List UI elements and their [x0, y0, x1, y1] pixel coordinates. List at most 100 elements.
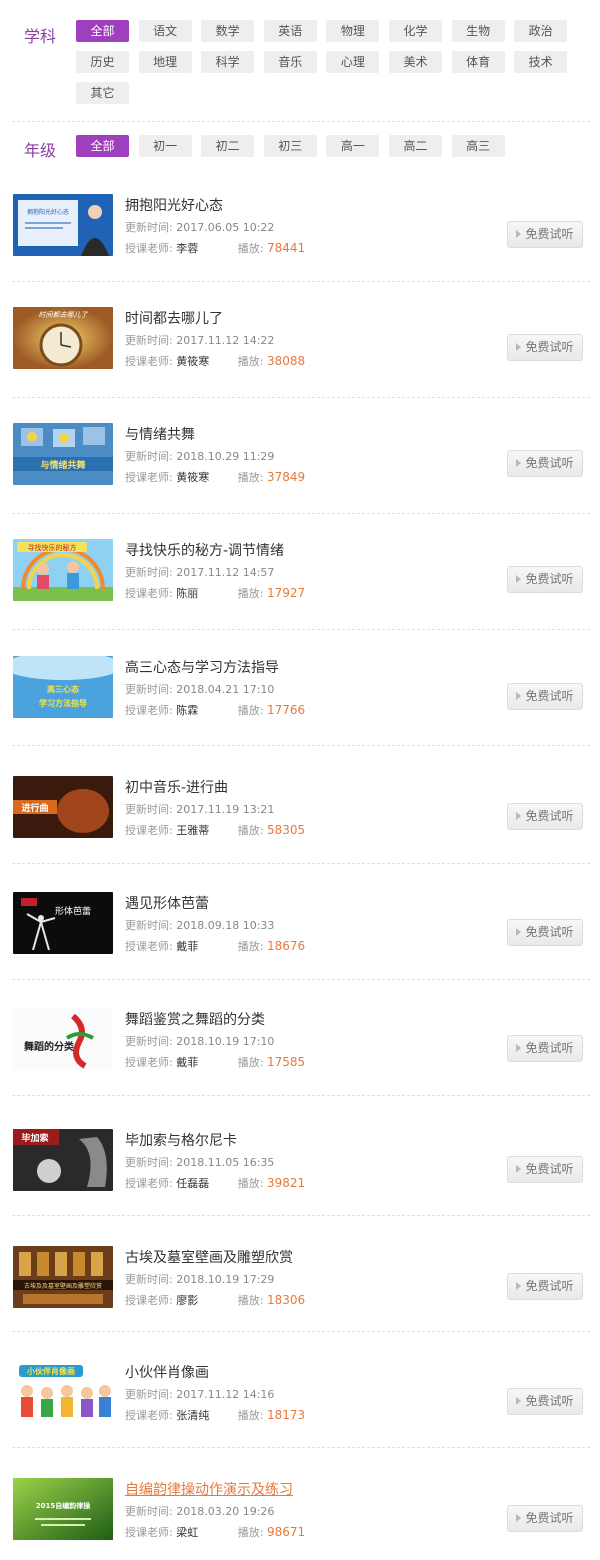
subject-chip[interactable]: 地理	[138, 51, 192, 73]
free-trial-label: 免费试听	[525, 456, 574, 470]
course-title[interactable]: 初中音乐-进行曲	[125, 777, 228, 797]
teacher-label: 授课老师:	[125, 242, 173, 255]
subject-chip[interactable]: 语文	[138, 20, 192, 42]
update-time-value: 2018.09.18 10:33	[176, 919, 275, 932]
course-thumbnail[interactable]: 进行曲	[13, 776, 113, 838]
course-title[interactable]: 自编韵律操动作演示及练习	[125, 1479, 293, 1499]
course-thumbnail[interactable]: 形体芭蕾	[13, 892, 113, 954]
course-title[interactable]: 高三心态与学习方法指导	[125, 657, 279, 677]
subject-chip[interactable]: 历史	[76, 51, 129, 73]
course-title[interactable]: 舞蹈鉴赏之舞蹈的分类	[125, 1009, 265, 1029]
svg-text:学习方法指导: 学习方法指导	[39, 698, 87, 708]
play-icon	[516, 1514, 522, 1522]
course-title[interactable]: 时间都去哪儿了	[125, 308, 223, 328]
free-trial-button[interactable]: 免费试听	[507, 1388, 583, 1415]
update-time-value: 2018.04.21 17:10	[176, 683, 275, 696]
grade-chip[interactable]: 高二	[389, 135, 442, 157]
free-trial-button[interactable]: 免费试听	[507, 450, 583, 477]
teacher-name: 陈丽	[176, 587, 199, 600]
course-title[interactable]: 寻找快乐的秘方-调节情绪	[125, 540, 284, 560]
free-trial-button[interactable]: 免费试听	[507, 566, 583, 593]
grade-chip[interactable]: 全部	[76, 135, 129, 157]
free-trial-button[interactable]: 免费试听	[507, 1035, 583, 1062]
plays-count: 17766	[266, 703, 306, 717]
update-time-value: 2017.11.12 14:22	[176, 334, 275, 347]
play-icon	[516, 459, 522, 467]
free-trial-button[interactable]: 免费试听	[507, 334, 583, 361]
course-thumbnail[interactable]: 毕加索	[13, 1129, 113, 1191]
course-title[interactable]: 与情绪共舞	[125, 424, 195, 444]
plays-count: 39821	[266, 1176, 306, 1190]
course-thumbnail-image: 时间都去哪儿了	[13, 307, 113, 369]
update-time-value: 2018.11.05 16:35	[176, 1156, 275, 1169]
course-thumbnail[interactable]: 小伙伴肖像画	[13, 1361, 113, 1423]
free-trial-button[interactable]: 免费试听	[507, 1505, 583, 1532]
svg-text:2015自编韵律操: 2015自编韵律操	[36, 1501, 91, 1510]
free-trial-button[interactable]: 免费试听	[507, 221, 583, 248]
update-time-label: 更新时间:	[125, 683, 173, 696]
free-trial-button[interactable]: 免费试听	[507, 919, 583, 946]
course-thumbnail[interactable]: 与情绪共舞	[13, 423, 113, 485]
update-time-value: 2018.10.19 17:10	[176, 1035, 275, 1048]
subject-chip[interactable]: 全部	[76, 20, 129, 42]
subject-chip[interactable]: 心理	[326, 51, 380, 73]
subject-chip[interactable]: 美术	[389, 51, 442, 73]
course-title[interactable]: 古埃及墓室壁画及雕塑欣赏	[125, 1247, 293, 1267]
teacher-name: 戴菲	[176, 1056, 199, 1069]
grade-chip[interactable]: 初二	[201, 135, 255, 157]
subject-chip[interactable]: 化学	[389, 20, 442, 42]
subject-chip[interactable]: 英语	[263, 20, 317, 42]
course-title[interactable]: 小伙伴肖像画	[125, 1362, 209, 1382]
teacher-name: 任磊磊	[176, 1177, 210, 1190]
teacher-label: 授课老师:	[125, 587, 173, 600]
play-icon	[516, 928, 522, 936]
course-item: 古埃及及墓室壁画及雕塑欣赏 古埃及墓室壁画及雕塑欣赏 更新时间: 2018.10…	[0, 1216, 600, 1332]
teacher-name: 张清纯	[176, 1409, 210, 1422]
plays-label: 播放:	[237, 1056, 264, 1069]
course-item: 毕加索 毕加索与格尔尼卡 更新时间: 2018.11.05 16:35 授课老师…	[0, 1100, 600, 1216]
subject-chip[interactable]: 生物	[451, 20, 505, 42]
course-title[interactable]: 毕加索与格尔尼卡	[125, 1130, 237, 1150]
update-time-label: 更新时间:	[125, 450, 173, 463]
subject-chip[interactable]: 物理	[326, 20, 380, 42]
course-thumbnail[interactable]: 高三心态 学习方法指导	[13, 656, 113, 718]
subject-chip[interactable]: 科学	[201, 51, 255, 73]
course-thumbnail[interactable]: 时间都去哪儿了	[13, 307, 113, 369]
subject-chip[interactable]: 政治	[514, 20, 568, 42]
teacher-label: 授课老师:	[125, 1177, 173, 1190]
subject-chip[interactable]: 音乐	[263, 51, 317, 73]
course-thumbnail[interactable]: 古埃及及墓室壁画及雕塑欣赏	[13, 1246, 113, 1308]
free-trial-button[interactable]: 免费试听	[507, 1273, 583, 1300]
subject-chip[interactable]: 体育	[451, 51, 505, 73]
free-trial-button[interactable]: 免费试听	[507, 683, 583, 710]
course-update-time: 更新时间: 2017.11.12 14:16	[125, 1386, 274, 1402]
play-icon	[516, 1044, 522, 1052]
course-thumbnail[interactable]: 寻找快乐的秘方	[13, 539, 113, 601]
update-time-label: 更新时间:	[125, 1035, 173, 1048]
plays-count: 38088	[266, 354, 306, 368]
course-update-time: 更新时间: 2017.11.19 13:21	[125, 801, 274, 817]
subject-chip[interactable]: 数学	[201, 20, 255, 42]
free-trial-button[interactable]: 免费试听	[507, 1156, 583, 1183]
plays-label: 播放:	[237, 587, 264, 600]
course-teacher-row: 授课老师: 张清纯 播放: 18173	[125, 1407, 305, 1423]
course-thumbnail[interactable]: 2015自编韵律操	[13, 1478, 113, 1540]
course-thumbnail[interactable]: 舞蹈的分类	[13, 1008, 113, 1070]
teacher-label: 授课老师:	[125, 355, 173, 368]
free-trial-label: 免费试听	[525, 1041, 574, 1055]
subject-chip[interactable]: 其它	[76, 82, 129, 104]
subject-chip[interactable]: 技术	[514, 51, 568, 73]
plays-label: 播放:	[237, 940, 264, 953]
course-thumbnail[interactable]: 拥抱阳光好心态	[13, 194, 113, 256]
grade-chip[interactable]: 初一	[138, 135, 192, 157]
plays-label: 播放:	[237, 1177, 264, 1190]
course-title[interactable]: 拥抱阳光好心态	[125, 195, 223, 215]
update-time-value: 2017.11.12 14:57	[176, 566, 275, 579]
grade-chip[interactable]: 高一	[326, 135, 380, 157]
course-title[interactable]: 遇见形体芭蕾	[125, 893, 209, 913]
grade-chip[interactable]: 初三	[263, 135, 317, 157]
grade-chip[interactable]: 高三	[451, 135, 505, 157]
course-item: 进行曲 初中音乐-进行曲 更新时间: 2017.11.19 13:21 授课老师…	[0, 748, 600, 864]
course-update-time: 更新时间: 2018.09.18 10:33	[125, 917, 274, 933]
free-trial-button[interactable]: 免费试听	[507, 803, 583, 830]
